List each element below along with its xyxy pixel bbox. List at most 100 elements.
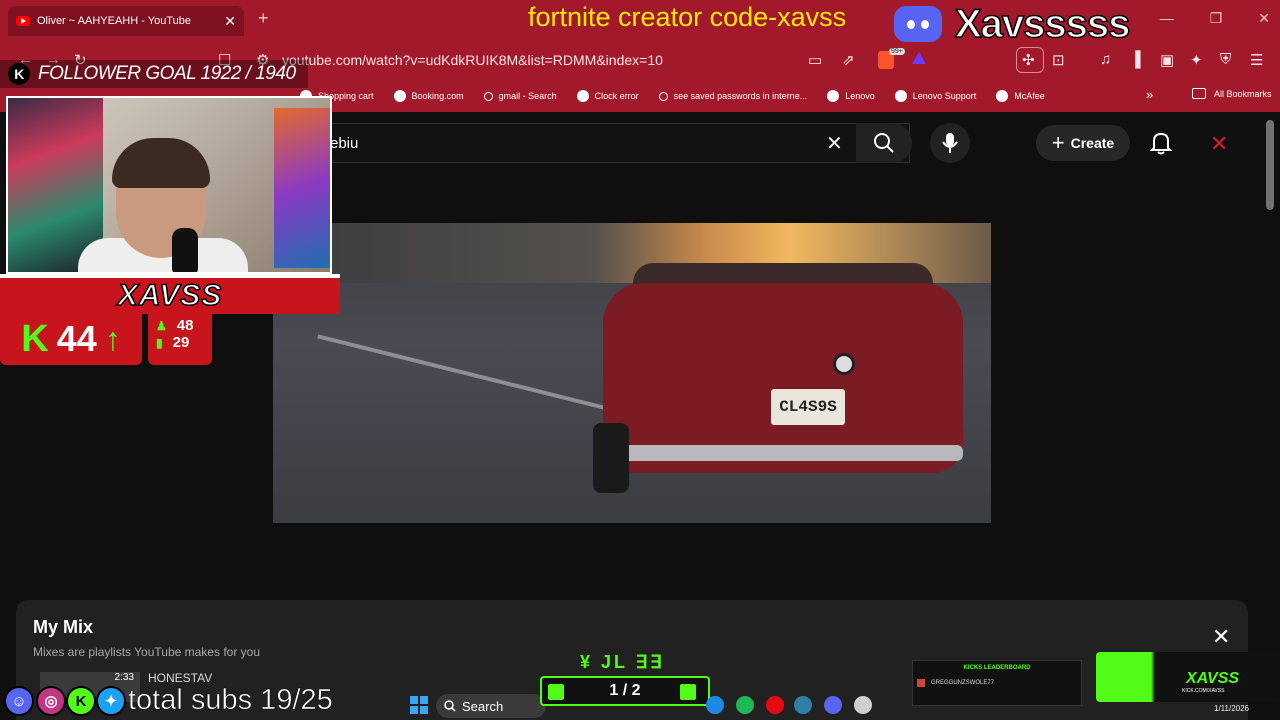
mix-subtitle: Mixes are playlists YouTube makes for yo… (33, 645, 260, 659)
avatar (917, 679, 925, 687)
bookmark-lenovo[interactable]: Lenovo (827, 90, 875, 102)
plus-icon: + (1051, 130, 1065, 155)
bookmark-mcafee[interactable]: McAfee (996, 90, 1045, 102)
kick-left-icon (548, 684, 564, 700)
spotify-icon[interactable] (736, 696, 754, 714)
streamer-name-banner: XAVSS (0, 274, 340, 314)
edge-icon[interactable] (706, 696, 724, 714)
discord-icon (894, 6, 942, 42)
kick-count: 44 (56, 318, 97, 359)
car-bumper (623, 445, 963, 461)
music-icon[interactable]: ♫ (1100, 51, 1111, 68)
voice-search-button[interactable] (930, 123, 970, 163)
discord-taskbar-icon[interactable] (824, 696, 842, 714)
mix-title: My Mix (33, 617, 94, 637)
search-icon (874, 133, 894, 153)
reader-icon[interactable]: ⊡ (1052, 51, 1065, 69)
sidebar-icon[interactable]: ▐ (1130, 51, 1141, 68)
video-player[interactable]: CL4S9S (273, 223, 991, 523)
license-plate: CL4S9S (771, 389, 845, 425)
avatar[interactable]: ✕ (1210, 131, 1228, 157)
url-input[interactable]: youtube.com/watch?v=udKdkRUIK8M&list=RDM… (282, 52, 663, 68)
wallet-icon[interactable]: ▣ (1160, 51, 1174, 69)
person-icon: ♟ (156, 318, 167, 333)
globe-icon (996, 90, 1009, 102)
microphone-icon (942, 133, 958, 153)
more-bookmarks-icon[interactable]: » (1146, 87, 1153, 102)
app-icon[interactable] (794, 696, 812, 714)
search-icon (444, 700, 456, 712)
puzzle-icon: ✣ (1022, 52, 1035, 69)
create-button[interactable]: + Create (1036, 125, 1130, 161)
kicks-leaderboard: KICKS LEADERBOARD GREGGUNZSWOLE77 (912, 660, 1082, 706)
cast-icon[interactable]: ▭ (808, 51, 822, 69)
twitter-icon: ✦ (96, 686, 126, 716)
bookmark-clock-error[interactable]: Clock error (576, 90, 639, 102)
stats-box: ♟ 48 ▮ 29 (148, 313, 212, 365)
car-wheel (593, 423, 629, 493)
microphone (172, 228, 198, 272)
taskbar-search[interactable]: Search (436, 694, 546, 718)
road-marking (317, 334, 629, 416)
search-query[interactable]: ebiu (330, 135, 358, 152)
kick-logo-icon: K (8, 63, 30, 85)
kick-right-icon (680, 684, 696, 700)
stat-value: 29 (172, 334, 190, 351)
leaderboard-row: GREGGUNZSWOLE77 (917, 679, 1077, 687)
leo-ai-icon[interactable]: ✦ (1190, 51, 1203, 69)
instagram-icon: ◎ (36, 686, 66, 716)
window-controls: — ❐ ✕ (1160, 10, 1270, 27)
new-tab-button[interactable]: + (258, 8, 269, 29)
page-scrollbar[interactable] (1266, 120, 1274, 210)
minimize-icon[interactable]: — (1160, 10, 1174, 27)
kick-counter: K 44 ↑ (0, 313, 142, 365)
creator-code-text: fortnite creator code-xavss (528, 2, 847, 32)
wall-poster (274, 108, 330, 268)
close-tab-icon[interactable]: ✕ (224, 13, 236, 30)
close-mix-icon[interactable]: ✕ (1212, 624, 1230, 650)
youtube-search-input[interactable] (300, 123, 910, 163)
duration: 2:33 (114, 672, 134, 683)
search-button[interactable] (856, 123, 912, 163)
bookmark-booking[interactable]: Booking.com (393, 90, 464, 102)
globe-icon (894, 90, 907, 102)
bookmark-lenovo-support[interactable]: Lenovo Support (894, 90, 976, 102)
follower-goal: K FOLLOWER GOAL 1922 / 1940 (0, 60, 308, 88)
bookmark-gmail-search[interactable]: gmail - Search (483, 91, 557, 101)
vpn-icon[interactable]: ⛨ (1220, 51, 1231, 68)
search-icon (483, 91, 493, 101)
notifications-bell-icon[interactable] (1150, 131, 1172, 155)
clear-search-icon[interactable]: ✕ (826, 131, 843, 156)
counter-label: ¥ JL ∃∃ (580, 652, 665, 672)
bar-chart-icon: ▮ (156, 335, 163, 350)
globe-icon (393, 90, 406, 102)
chrome-icon[interactable] (854, 696, 872, 714)
tab-title: Oliver ~ AAHYEAHH - YouTube (37, 15, 191, 27)
share-icon[interactable]: ⇗ (842, 51, 855, 69)
netflix-icon[interactable] (766, 696, 784, 714)
close-window-icon[interactable]: ✕ (1258, 10, 1270, 27)
browser-tab[interactable]: Oliver ~ AAHYEAHH - YouTube ✕ (8, 6, 244, 36)
globe-icon (827, 90, 840, 102)
webcam-feed (6, 96, 332, 274)
total-subs: total subs 19/25 (128, 684, 333, 717)
folder-icon (1192, 88, 1206, 99)
kick-brand-panel: XAVSS KICK.COM/XAVSS (1096, 652, 1280, 702)
restore-icon[interactable]: ❐ (1210, 10, 1223, 27)
globe-icon (576, 90, 589, 102)
search-icon (658, 91, 668, 101)
all-bookmarks-button[interactable]: All Bookmarks (1192, 88, 1272, 99)
shield-badge: 99+ (889, 48, 905, 55)
bookmark-saved-passwords[interactable]: see saved passwords in interne... (658, 91, 807, 101)
youtube-icon (16, 16, 30, 26)
mix-item-artist: HONESTAV (148, 671, 213, 685)
menu-icon[interactable]: ☰ (1250, 51, 1263, 69)
windows-start-icon[interactable] (410, 696, 428, 714)
discord-icon: ☺ (4, 686, 34, 716)
discord-name: Xavsssss (954, 1, 1131, 47)
car-logo (833, 353, 855, 375)
streamer-hair (112, 138, 210, 188)
brave-rewards-icon[interactable] (912, 52, 926, 64)
taskbar-date: 1/11/2026 (1214, 704, 1249, 713)
kick-icon: K (66, 686, 96, 716)
